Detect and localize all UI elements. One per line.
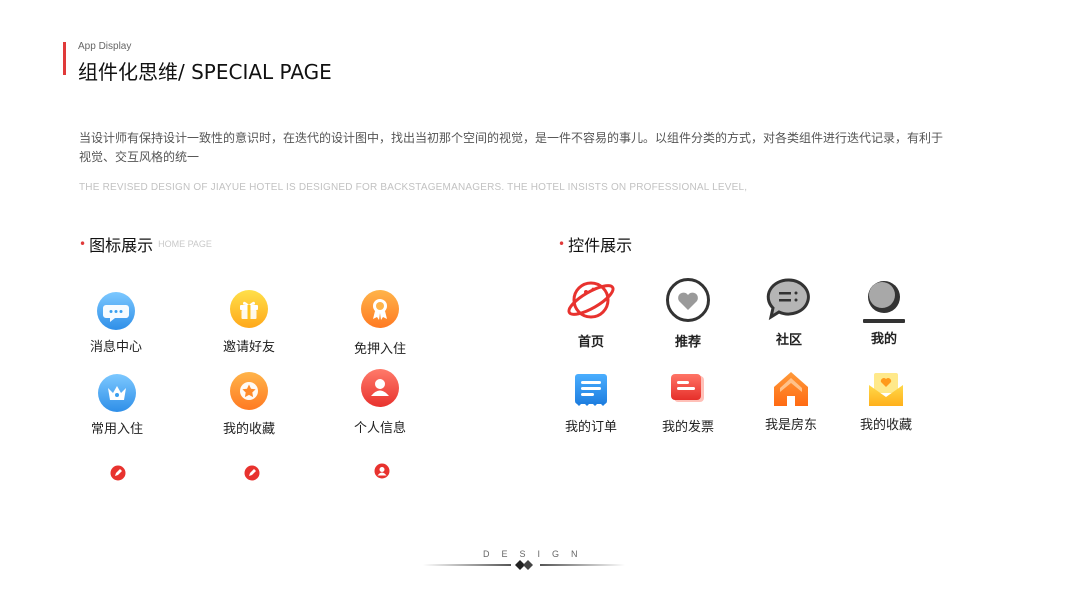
icon-item-label: 常用入住: [90, 422, 143, 437]
eyebrow-label: App Display: [78, 41, 132, 52]
badge-icon: [361, 290, 399, 328]
icon-item-personal-info[interactable]: 个人信息: [330, 367, 430, 436]
icon-section-header: • 图标展示 HOME PAGE: [79, 232, 212, 256]
icon-item-invite-friends[interactable]: 邀请好友: [199, 288, 299, 355]
section-dot: •: [79, 237, 87, 251]
tab-label: 社区: [775, 333, 802, 348]
planet-icon: [567, 281, 615, 319]
tab-mine[interactable]: 我的: [834, 277, 934, 347]
description-en: THE REVISED DESIGN OF JIAYUE HOTEL IS DE…: [79, 182, 748, 193]
icon-item-frequent-checkin[interactable]: 常用入住: [67, 372, 167, 437]
favorite-mail-icon: [869, 373, 903, 406]
star-icon: [230, 372, 268, 410]
icon-item-deposit-free[interactable]: 免押入住: [330, 288, 430, 357]
tab-label: 首页: [577, 335, 604, 350]
icon-item-label: 免押入住: [353, 342, 406, 357]
pencil-icon[interactable]: [110, 465, 126, 481]
crown-icon: [98, 374, 136, 412]
item-label: 我的发票: [661, 420, 714, 435]
icon-section-title: 图标展示: [89, 236, 154, 255]
gift-icon: [230, 290, 268, 328]
item-my-invoices[interactable]: 我的发票: [638, 372, 738, 435]
item-label: 我的收藏: [859, 418, 912, 433]
invoice-icon: [671, 374, 704, 402]
chat-icon: [766, 278, 810, 321]
tab-label: 推荐: [674, 335, 701, 350]
house-icon: [774, 372, 808, 406]
section-dot: •: [558, 237, 566, 251]
user-icon[interactable]: [374, 463, 390, 479]
tab-label: 我的: [870, 332, 897, 347]
icon-section-subtitle: HOME PAGE: [158, 239, 212, 249]
item-my-favorites[interactable]: 我的收藏: [836, 370, 936, 433]
icon-item-label: 消息中心: [89, 340, 142, 355]
footer-line-right: [540, 564, 625, 566]
item-my-orders[interactable]: 我的订单: [541, 372, 641, 435]
description: 当设计师有保持设计一致性的意识时，在迭代的设计图中，找出当初那个空间的视觉，是一…: [79, 131, 944, 164]
item-label: 我的订单: [564, 420, 617, 435]
order-icon: [575, 374, 607, 406]
footer-design-text: DESIGN: [483, 549, 590, 559]
tab-community[interactable]: 社区: [739, 277, 839, 348]
tab-recommend[interactable]: 推荐: [638, 277, 738, 350]
control-section-header: • 控件展示: [558, 232, 632, 256]
tab-home[interactable]: 首页: [541, 277, 641, 350]
footer-diamond-icon: [515, 560, 533, 570]
pencil-icon[interactable]: [244, 465, 260, 481]
icon-item-message-center[interactable]: 消息中心: [66, 290, 166, 355]
message-bubble-icon: [97, 292, 135, 330]
accent-bar: [63, 42, 66, 75]
item-label: 我是房东: [764, 418, 817, 433]
icon-item-label: 个人信息: [353, 421, 406, 436]
profile-icon: [863, 281, 905, 323]
icon-item-label: 我的收藏: [222, 422, 275, 437]
footer-line-left: [423, 564, 511, 566]
control-section-title: 控件展示: [568, 236, 633, 255]
item-i-am-landlord[interactable]: 我是房东: [741, 370, 841, 433]
user-icon: [361, 369, 399, 407]
icon-item-label: 邀请好友: [222, 340, 275, 355]
page-title: 组件化思维/ SPECIAL PAGE: [78, 60, 332, 84]
heart-icon: [666, 278, 710, 322]
icon-item-my-favorites[interactable]: 我的收藏: [199, 370, 299, 437]
